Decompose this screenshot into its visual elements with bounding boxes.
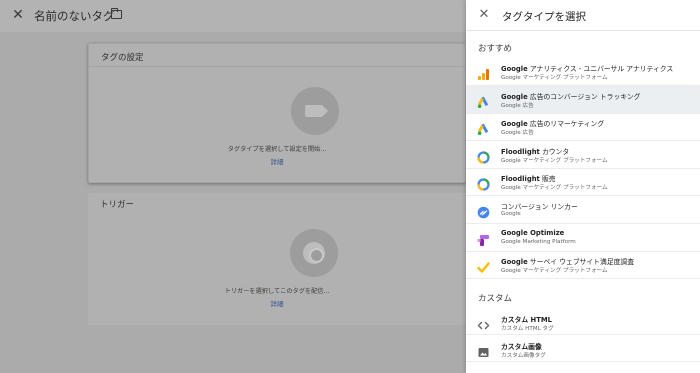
tag-type-item-0[interactable]: Google アナリティクス - ユニバーサル アナリティクス Google マー… [466,58,700,86]
tag-type-name: カスタム HTML [501,314,552,324]
tag-type-name-bold: Google [501,258,528,267]
panel-title: タグタイプを選択 [502,11,586,23]
tag-type-provider: Google Marketing Platform [501,238,576,245]
tag-type-provider: Google マーケティング プラットフォーム [501,157,608,164]
tag-type-provider: Google 広告 [501,102,534,109]
tag-type-provider: Google マーケティング プラットフォーム [501,268,608,275]
tag-type-name-rest: 広告のリマーケティング [527,120,605,129]
tag-type-name-bold: Google Optimize [501,228,565,237]
tag-type-item-2[interactable]: Google 広告のリマーケティング Google 広告 [466,113,700,142]
panel-header: ✕ タグタイプを選択 [466,0,700,31]
tag-type-name: Google アナリティクス - ユニバーサル アナリティクス [501,63,673,73]
tag-type-name: Google 広告のリマーケティング [501,118,604,128]
close-icon[interactable]: ✕ [11,7,25,23]
tag-name-title[interactable]: 名前のないタグ [34,8,115,24]
tag-type-name: Floodlight カウンタ [501,146,569,156]
close-icon[interactable]: ✕ [477,7,491,23]
tag-configuration-card[interactable]: タグの設定 タグタイプを選択して設定を開始... 詳細 [88,43,466,183]
tag-type-name-rest: アナリティクス - ユニバーサル アナリティクス [527,65,674,73]
tag-type-provider: Google 広告 [501,130,534,137]
code-icon [477,317,490,330]
tag-type-item-3[interactable]: Floodlight カウンタ Google マーケティング プラットフォーム [466,141,700,169]
tag-type-name: カスタム画像 [501,341,542,351]
tag-type-item-6[interactable]: Google Optimize Google Marketing Platform [466,224,700,252]
section-label-custom: カスタム [478,294,513,304]
tag-type-name: Google サーベイ ウェブサイト満足度調査 [501,256,634,266]
tag-type-name-rest: カウンタ [539,147,570,156]
tag-type-provider: Google マーケティング プラットフォーム [501,75,608,81]
surveys-icon [477,259,490,273]
tag-type-name-bold: Floodlight [501,175,540,184]
floodlight-icon [477,149,490,164]
tag-placeholder-icon[interactable] [291,87,339,135]
tag-type-name-bold: カスタム画像 [501,343,542,351]
tag-type-name: Google 広告のコンバージョン トラッキング [501,91,640,101]
tag-type-name-rest: コンバージョン リンカー [501,203,578,211]
custom-tag-type-item-1[interactable]: カスタム画像 カスタム画像タグ [466,336,700,362]
tag-type-name: Google Optimize [501,229,564,237]
divider [89,66,465,67]
tag-type-name-rest: 販売 [539,175,556,184]
trigger-more-link[interactable]: 詳細 [88,298,466,308]
tag-type-panel: ✕ タグタイプを選択 おすすめ Google アナリティクス - ユニバーサル … [466,0,700,373]
card-title: タグの設定 [101,53,144,63]
section-label-recommended: おすすめ [478,44,513,54]
tag-type-item-4[interactable]: Floodlight 販売 Google マーケティング プラットフォーム [466,168,700,197]
card-title: トリガー [100,200,135,210]
conversion-linker-icon [477,204,490,219]
analytics-icon [477,66,490,80]
tag-type-name-bold: カスタム HTML [501,316,552,324]
tag-type-provider: Google マーケティング プラットフォーム [501,185,608,192]
floodlight-icon [477,176,490,191]
custom-tag-type-item-0[interactable]: カスタム HTML カスタム HTML タグ [466,309,700,335]
tag-type-name: Floodlight 販売 [501,173,556,183]
tag-type-name-bold: Floodlight [501,147,540,156]
tag-type-item-7[interactable]: Google サーベイ ウェブサイト満足度調査 Google マーケティング プラ… [466,251,700,280]
optimize-icon [477,232,490,246]
image-icon [477,344,490,357]
tag-type-provider: カスタム HTML タグ [501,326,554,332]
trigger-hint-text: トリガーを選択してこのタグを配信... [224,288,330,295]
tag-hint-text: タグタイプを選択して設定を開始... [227,146,327,153]
tag-type-name-bold: Google [501,120,528,129]
tag-type-name-rest: 広告のコンバージョン トラッキング [527,92,641,101]
tag-type-provider: Google [501,211,521,217]
trigger-placeholder-icon[interactable] [290,229,338,277]
folder-icon[interactable] [110,7,122,19]
tag-more-link[interactable]: 詳細 [89,156,465,166]
tag-type-provider: カスタム画像タグ [501,353,546,359]
tag-type-name-rest: サーベイ ウェブサイト満足度調査 [527,258,635,267]
trigger-card[interactable]: トリガー トリガーを選択してこのタグを配信... 詳細 [88,193,466,325]
google-ads-icon [477,94,490,108]
tag-type-item-5[interactable]: コンバージョン リンカー Google [466,196,700,224]
tag-type-name-bold: Google [501,92,528,101]
tag-type-name-bold: Google [501,65,528,73]
tag-type-name: コンバージョン リンカー [501,201,578,211]
google-ads-icon [477,121,490,136]
tag-type-item-1[interactable]: Google 広告のコンバージョン トラッキング Google 広告 [466,85,700,114]
